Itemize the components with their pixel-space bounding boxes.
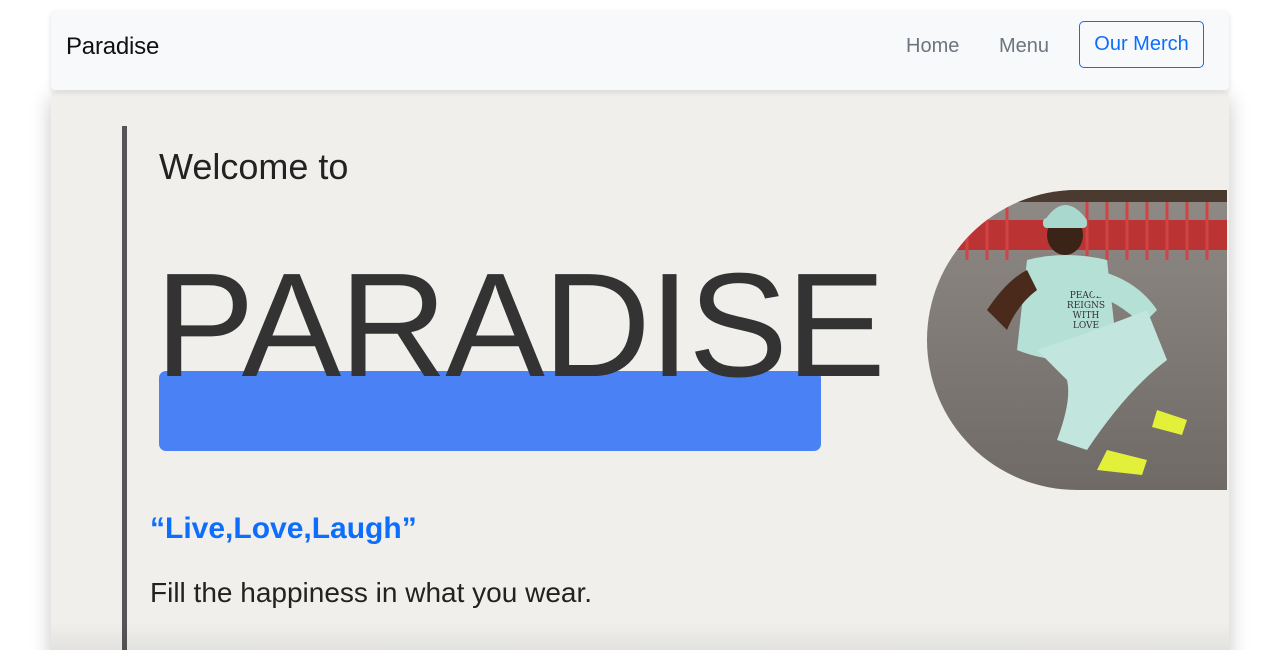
shirt-print-4: LOVE <box>1073 321 1099 331</box>
brand-logo-text[interactable]: Paradise <box>66 33 159 61</box>
navbar: Paradise Home Menu Our Merch <box>51 11 1229 90</box>
tagline-text: Fill the happiness in what you wear. <box>150 577 593 608</box>
hero-title: PARADISE <box>155 252 886 400</box>
quote-text: “Live,Love,Laugh” <box>150 512 417 545</box>
hero-card: Welcome to PARADISE PEACE REIGNS WITH LO… <box>51 92 1229 650</box>
shirt-print-3: WITH <box>1073 311 1100 321</box>
shirt-print-2: REIGNS <box>1067 301 1105 311</box>
hero-title-text: PARADISE <box>155 243 886 408</box>
hero-photo-illustration: PEACE REIGNS WITH LOVE <box>927 190 1227 490</box>
welcome-heading: Welcome to <box>159 146 349 187</box>
card-bottom-shadow <box>51 622 1229 650</box>
nav-link-home[interactable]: Home <box>906 35 959 58</box>
accent-divider <box>122 126 127 650</box>
nav-link-menu[interactable]: Menu <box>999 35 1049 58</box>
our-merch-button[interactable]: Our Merch <box>1079 21 1204 68</box>
hero-photo: PEACE REIGNS WITH LOVE <box>927 190 1227 490</box>
